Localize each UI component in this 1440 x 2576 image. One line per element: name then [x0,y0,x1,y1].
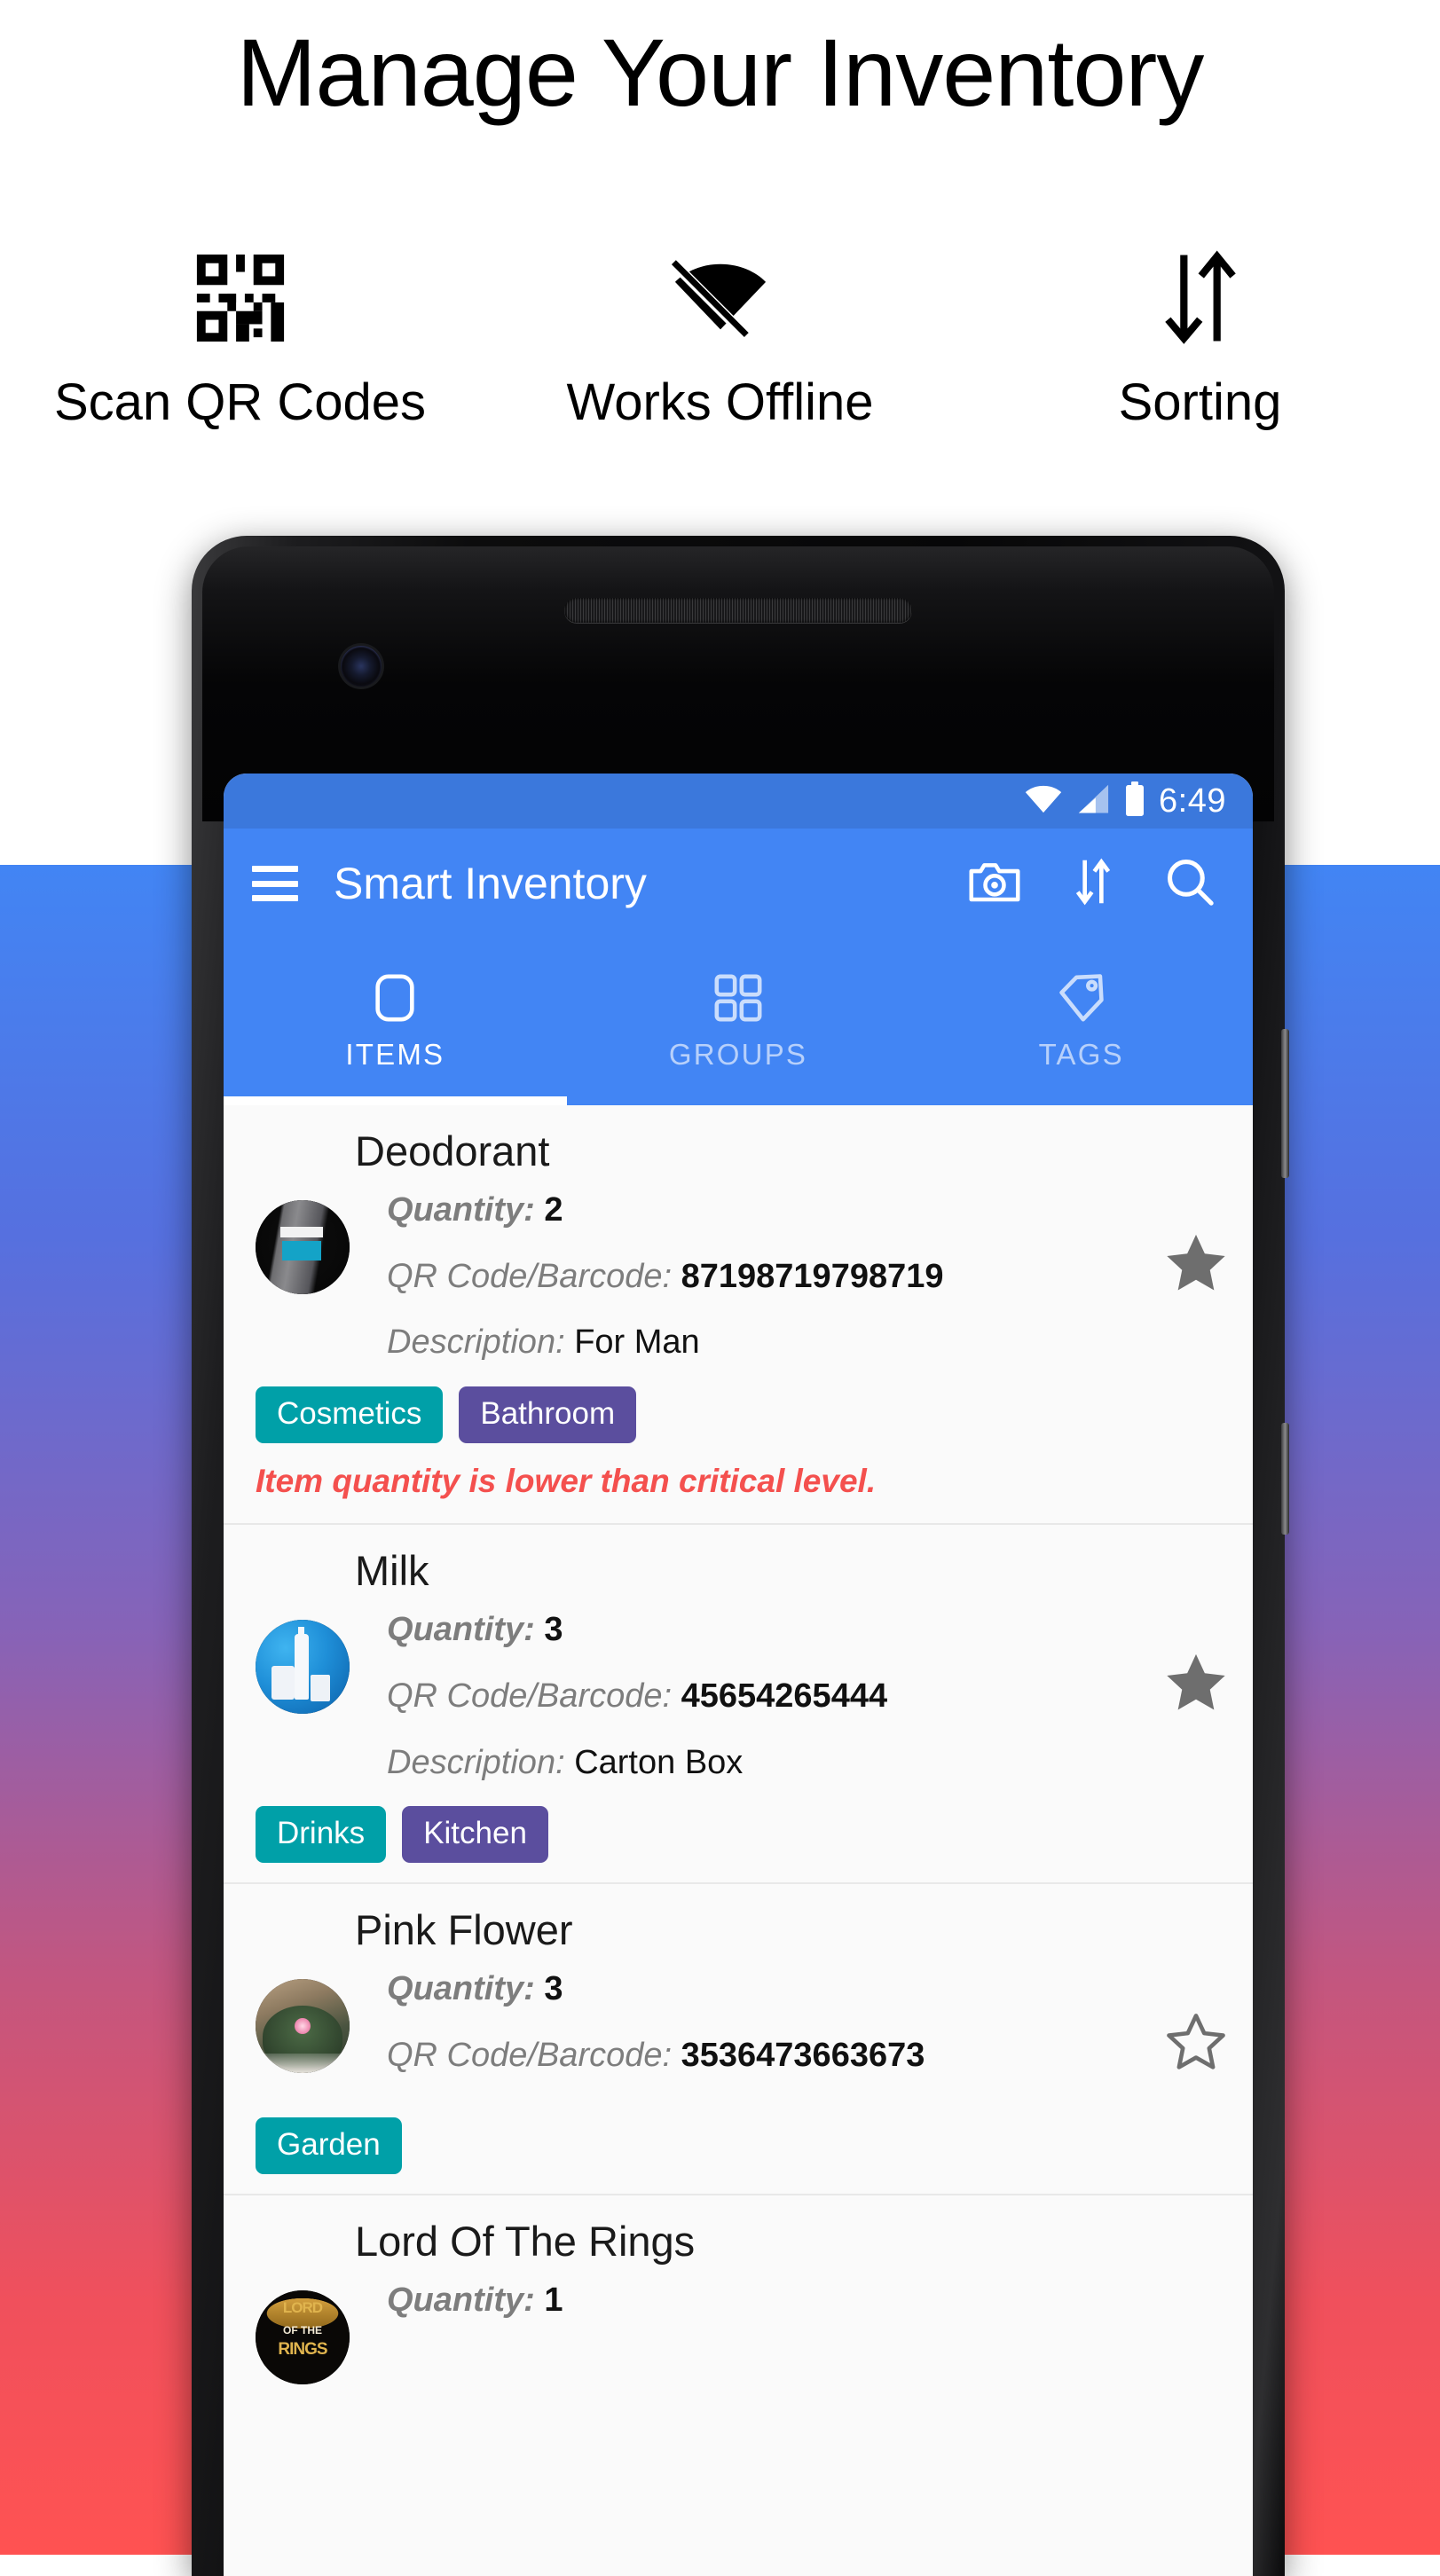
tab-bar: ITEMS GROUPS TAGS [224,939,1253,1105]
favorite-star-filled-icon[interactable] [1152,1600,1240,1716]
description-value: For Man [574,1323,700,1362]
search-icon[interactable] [1164,856,1216,912]
item-quantity: Quantity: 2 [387,1186,1152,1235]
qr-code-icon [193,248,288,348]
active-tab-indicator [224,1096,567,1105]
tag-chip[interactable]: Garden [256,2117,402,2174]
phone-screen: 6:49 Smart Inventory ITEMS GROUPS TAGS D… [224,774,1253,2576]
tag-icon [1057,972,1106,1024]
hamburger-menu-icon[interactable] [252,866,298,901]
sort-arrows-icon [1160,248,1241,348]
tab-tags[interactable]: TAGS [909,939,1253,1105]
app-title: Smart Inventory [334,859,647,908]
favorite-star-placeholder [1152,2271,1240,2321]
quantity-label: Quantity: [387,2281,535,2319]
qr-label: QR Code/Barcode: [387,1257,673,1295]
table-row[interactable]: Milk Quantity: 3 QR Code/Barcode: 456542… [224,1525,1253,1885]
quantity-label: Quantity: [387,1611,535,1649]
tab-label: GROUPS [668,1038,808,1071]
app-bar: Smart Inventory [224,829,1253,939]
table-row[interactable]: Pink Flower Quantity: 3 QR Code/Barcode:… [224,1884,1253,2195]
description-label: Description: [387,1743,565,1781]
app-bar-actions [967,856,1224,912]
qr-label: QR Code/Barcode: [387,1677,673,1715]
description-label: Description: [387,1323,565,1362]
wifi-icon [1024,783,1063,820]
tab-label: TAGS [1038,1038,1124,1071]
qr-value: 45654265444 [681,1677,888,1715]
item-name: Lord Of The Rings [355,2217,696,2265]
feature-label: Works Offline [566,373,874,431]
item-thumbnail [256,1620,350,1715]
grid-icon [713,972,763,1024]
favorite-star-outline-icon[interactable] [1152,1959,1240,2075]
qr-value: 3536473663673 [681,2037,925,2075]
feature-works-offline: Works Offline [480,248,960,461]
quantity-value: 3 [544,1611,563,1649]
phone-mockup: 6:49 Smart Inventory ITEMS GROUPS TAGS D… [192,536,1289,2576]
quantity-value: 3 [544,1970,563,2008]
status-bar: 6:49 [224,774,1253,829]
table-row[interactable]: Deodorant Quantity: 2 QR Code/Barcode: 8… [224,1105,1253,1526]
favorite-star-filled-icon[interactable] [1152,1181,1240,1296]
item-thumbnail: LORD OF THE RINGS [256,2289,350,2384]
item-qr: QR Code/Barcode: 3536473663673 [387,2031,1152,2080]
item-name: Deodorant [355,1127,550,1174]
table-row[interactable]: Lord Of The Rings LORD OF THE RINGS Quan… [224,2195,1253,2404]
tag-chip[interactable]: Drinks [256,1806,387,1864]
feature-list: Scan QR Codes Works Offline Sorting [0,248,1440,461]
quantity-label: Quantity: [387,1970,535,2008]
quantity-value: 2 [544,1191,563,1229]
volume-button[interactable] [1281,1423,1289,1535]
item-tags: Drinks Kitchen [256,1806,1253,1864]
wifi-off-icon [667,248,773,348]
item-thumbnail [256,1979,350,2074]
battery-icon [1123,781,1146,821]
item-quantity: Quantity: 1 [387,2276,1152,2325]
item-list: Deodorant Quantity: 2 QR Code/Barcode: 8… [224,1105,1253,2404]
item-name: Pink Flower [355,1906,573,1954]
feature-scan-qr-codes: Scan QR Codes [0,248,480,461]
low-quantity-warning: Item quantity is lower than critical lev… [256,1463,877,1500]
tab-label: ITEMS [345,1038,445,1071]
front-camera [341,646,382,687]
item-description: Description: For Man [387,1318,1152,1367]
item-quantity: Quantity: 3 [387,1965,1152,2014]
item-quantity: Quantity: 3 [387,1606,1152,1654]
quantity-label: Quantity: [387,1191,535,1229]
tab-items[interactable]: ITEMS [224,939,567,1105]
cellular-signal-icon [1075,783,1111,820]
item-qr: QR Code/Barcode: 87198719798719 [387,1253,1152,1301]
item-tags: Garden [256,2117,1253,2174]
item-qr: QR Code/Barcode: 45654265444 [387,1672,1152,1721]
description-value: Carton Box [574,1743,744,1781]
quantity-value: 1 [544,2281,563,2319]
item-thumbnail [256,1200,350,1294]
power-button[interactable] [1281,1029,1289,1178]
qr-label: QR Code/Barcode: [387,2037,673,2075]
qr-value: 87198719798719 [681,1257,944,1295]
tab-groups[interactable]: GROUPS [567,939,910,1105]
tag-chip[interactable]: Cosmetics [256,1386,444,1444]
sort-icon[interactable] [1074,857,1113,911]
item-name: Milk [355,1547,429,1595]
status-bar-clock: 6:49 [1159,781,1226,820]
feature-label: Sorting [1118,373,1282,431]
item-description: Description: Carton Box [387,1739,1152,1787]
item-tags: Cosmetics Bathroom [256,1386,1253,1444]
feature-label: Scan QR Codes [53,373,427,431]
tag-chip[interactable]: Kitchen [402,1806,548,1864]
page-title: Manage Your Inventory [236,19,1205,126]
camera-icon[interactable] [967,858,1022,910]
earpiece-speaker [564,598,912,623]
tag-chip[interactable]: Bathroom [459,1386,637,1444]
feature-sorting: Sorting [960,248,1440,461]
rounded-square-icon [372,972,418,1024]
